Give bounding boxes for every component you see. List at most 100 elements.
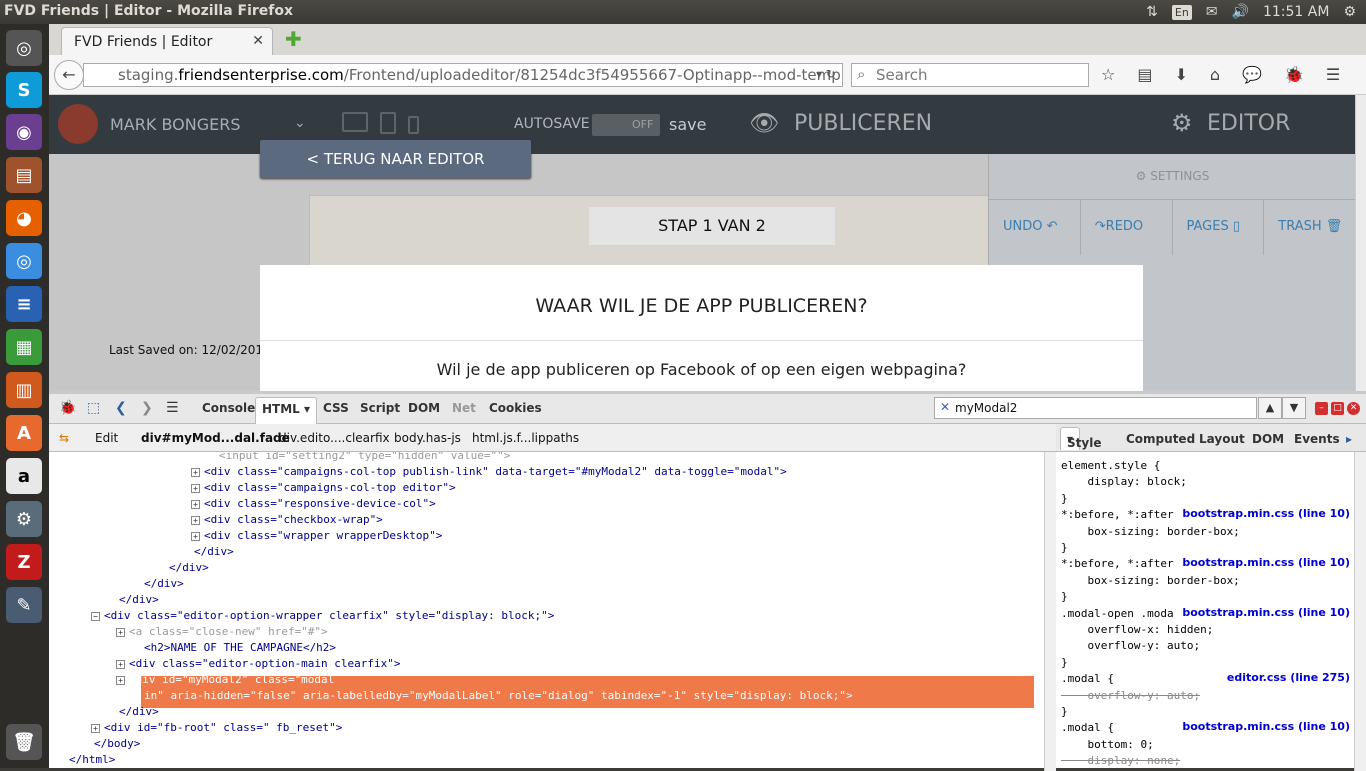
firebug-icon[interactable]: 🐞	[1284, 65, 1304, 84]
tab-dom[interactable]: DOM	[408, 401, 440, 415]
clock[interactable]: 11:51 AM	[1263, 4, 1329, 20]
css-source-link[interactable]: bootstrap.min.css (line 10)	[1182, 556, 1350, 569]
trash-button[interactable]: TRASH 🗑	[1264, 200, 1355, 255]
tab-cookies[interactable]: Cookies	[489, 401, 542, 415]
publish-button[interactable]: PUBLICEREN	[794, 111, 932, 136]
search-input[interactable]: ⌕ Search	[851, 63, 1089, 87]
css-line[interactable]: }	[1061, 704, 1068, 719]
crumb-2[interactable]: body.has-js	[394, 431, 461, 445]
reading-list-icon[interactable]: ▤	[1137, 65, 1152, 84]
tree-node[interactable]: + <div id="fb-root" class=" fb_reset">	[91, 720, 342, 736]
expand-icon[interactable]: +	[191, 531, 200, 541]
new-tab-icon[interactable]: ✚	[285, 27, 302, 51]
volume-icon[interactable]: 🔊	[1232, 4, 1249, 20]
back-to-editor-button[interactable]: < TERUG NAAR EDITOR	[260, 140, 531, 178]
filezilla-icon[interactable]: Z	[6, 544, 42, 580]
settings-tab[interactable]: ⚙ SETTINGS	[989, 154, 1355, 199]
expand-icon[interactable]: +	[116, 675, 125, 685]
reload-icon[interactable]: ▾ ↻	[816, 67, 836, 81]
tab-console[interactable]: Console	[202, 401, 255, 415]
css-line[interactable]: }	[1061, 589, 1068, 604]
edit-icon[interactable]: ⇆	[59, 431, 69, 445]
settings-icon[interactable]: ⚙	[6, 501, 42, 537]
expand-icon[interactable]: +	[191, 483, 200, 493]
css-source-link[interactable]: editor.css (line 275)	[1227, 671, 1350, 684]
amazon-icon[interactable]: a	[6, 458, 42, 494]
css-source-link[interactable]: bootstrap.min.css (line 10)	[1182, 507, 1350, 520]
browser-tab[interactable]: FVD Friends | Editor ✕	[61, 27, 273, 55]
collapse-icon[interactable]: −	[91, 611, 100, 621]
css-line[interactable]: display: none;	[1061, 753, 1180, 768]
css-line[interactable]: *:before, *:after	[1061, 556, 1174, 571]
tree-node[interactable]: + <a class="close-new" href="#">	[116, 624, 328, 640]
css-line[interactable]: box-sizing: border-box;	[1061, 573, 1239, 588]
tree-node[interactable]: </div>	[169, 560, 209, 576]
writer-icon[interactable]: ≡	[6, 286, 42, 322]
system-gear-icon[interactable]: ⚙	[1343, 4, 1356, 20]
save-button[interactable]: save	[669, 115, 706, 134]
minimize-firebug-icon[interactable]: –	[1315, 402, 1328, 415]
firebug-bug-icon[interactable]: 🐞	[59, 400, 76, 416]
style-scrollbar[interactable]	[1354, 452, 1366, 771]
undo-button[interactable]: UNDO ↶	[989, 200, 1081, 255]
network-icon[interactable]: ⇅	[1146, 4, 1158, 20]
editor-button[interactable]: EDITOR	[1207, 111, 1290, 136]
avatar[interactable]	[58, 104, 98, 144]
software-center-icon[interactable]: A	[6, 415, 42, 451]
css-line[interactable]: .modal-open .moda	[1061, 606, 1174, 621]
autosave-toggle[interactable]: OFF	[592, 114, 660, 136]
trash-icon[interactable]: 🗑	[6, 724, 42, 760]
menu-icon[interactable]: ☰	[1326, 65, 1340, 84]
edit-button[interactable]: Edit	[95, 431, 118, 445]
css-line[interactable]: bottom: 0;	[1061, 737, 1153, 752]
prev-icon[interactable]: ❮	[115, 400, 127, 416]
css-line[interactable]: overflow-x: hidden;	[1061, 622, 1213, 637]
clear-search-icon[interactable]: ✕	[940, 400, 950, 414]
next-icon[interactable]: ❯	[141, 400, 153, 416]
crumb-1[interactable]: div.edito....clearfix	[279, 431, 390, 445]
calc-icon[interactable]: ▦	[6, 329, 42, 365]
firebug-search-input[interactable]: ✕ myModal2	[934, 397, 1257, 419]
css-source-link[interactable]: bootstrap.min.css (line 10)	[1182, 606, 1350, 619]
close-tab-icon[interactable]: ✕	[252, 33, 264, 49]
page-scrollbar[interactable]	[1355, 95, 1366, 391]
tree-node[interactable]: <input id="setting2" type="hidden" value…	[219, 452, 510, 464]
tree-node[interactable]: + <div class="campaigns-col-top publish-l…	[191, 464, 787, 480]
crumb-0[interactable]: div#myMod...dal.fade	[141, 431, 290, 445]
tree-node[interactable]: in" aria-hidden="false" aria-labelledby=…	[144, 688, 853, 704]
chromium-icon[interactable]: ◎	[6, 243, 42, 279]
tree-node[interactable]: <h2>NAME OF THE CAMPAGNE</h2>	[144, 640, 336, 656]
tab-side-dom[interactable]: DOM	[1252, 432, 1284, 446]
tab-layout[interactable]: Layout	[1199, 432, 1245, 446]
more-tabs-icon[interactable]: ▸	[1346, 432, 1352, 446]
tree-node[interactable]: </html>	[69, 752, 115, 768]
search-next-button[interactable]: ▼	[1282, 397, 1306, 419]
mail-icon[interactable]: ✉	[1206, 4, 1218, 20]
expand-icon[interactable]: +	[116, 627, 125, 637]
tree-node[interactable]: − <div class="editor-option-wrapper clear…	[91, 608, 554, 624]
impress-icon[interactable]: ▥	[6, 372, 42, 408]
tree-scrollbar[interactable]	[1044, 452, 1056, 771]
css-line[interactable]: *:before, *:after	[1061, 507, 1174, 522]
keyboard-layout[interactable]: En	[1171, 4, 1192, 20]
css-line[interactable]: display: block;	[1061, 474, 1186, 489]
search-prev-button[interactable]: ▲	[1258, 397, 1282, 419]
skype-icon[interactable]: S	[6, 72, 42, 108]
tree-node[interactable]: + <div class="campaigns-col-top editor">	[191, 480, 456, 496]
ubuntu-dash-icon[interactable]: ◎	[6, 30, 42, 66]
tree-node[interactable]: + <div class="responsive-device-col">	[191, 496, 436, 512]
tree-node[interactable]: + <div class="editor-option-main clearfix…	[116, 656, 401, 672]
chat-icon[interactable]: 💬	[1242, 65, 1262, 84]
tree-node[interactable]: </div>	[144, 576, 184, 592]
home-icon[interactable]: ⌂	[1210, 65, 1220, 84]
files-icon[interactable]: ▤	[6, 157, 42, 193]
tree-node[interactable]: + <div class="wrapper wrapperDesktop">	[191, 528, 442, 544]
close-firebug-icon[interactable]: ✕	[1347, 402, 1360, 415]
tab-net[interactable]: Net	[452, 401, 476, 415]
css-line[interactable]: }	[1061, 491, 1068, 506]
css-line[interactable]: overflow-y: auto;	[1061, 688, 1200, 703]
detach-firebug-icon[interactable]: □	[1331, 402, 1344, 415]
css-source-link[interactable]: bootstrap.min.css (line 10)	[1182, 720, 1350, 733]
tree-node[interactable]: </div>	[119, 704, 159, 720]
user-name[interactable]: MARK BONGERS	[110, 115, 240, 134]
